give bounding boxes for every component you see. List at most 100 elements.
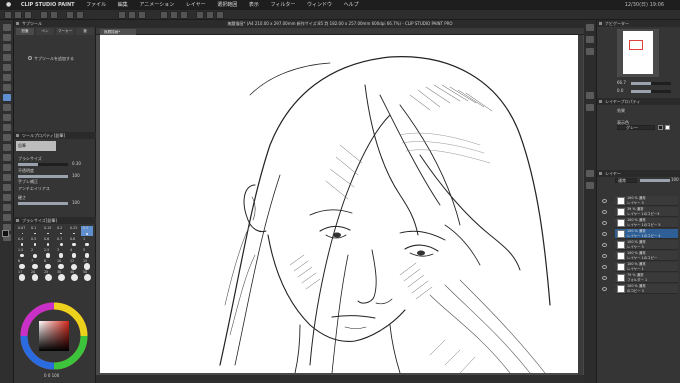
brush-size-cell[interactable]: 6 xyxy=(16,259,28,270)
subtool-tab-marker[interactable]: マーカー xyxy=(56,28,74,35)
eyedropper-tool-icon[interactable] xyxy=(3,84,11,91)
subtool-tab-brush[interactable]: 筆 xyxy=(76,28,94,35)
navigator-rotate-slider[interactable] xyxy=(631,90,671,93)
brush-size-cell[interactable]: 1 xyxy=(81,237,93,247)
menu-layer[interactable]: レイヤー xyxy=(186,0,206,10)
brush-size-cell[interactable]: 0.2 xyxy=(55,226,67,236)
sub-view-panel-icon[interactable] xyxy=(586,36,594,43)
brush-size-cell[interactable]: 10 xyxy=(55,259,67,270)
brush-size-cell[interactable]: 0.1 xyxy=(29,226,41,236)
transform-icon[interactable] xyxy=(76,11,84,19)
brush-size-cell[interactable]: 50 xyxy=(81,270,93,281)
hardness-slider[interactable] xyxy=(18,202,68,205)
layer-row[interactable]: 100 % 通常 レイヤー 3 xyxy=(615,196,678,206)
brush-size-cell[interactable]: 17 xyxy=(16,270,28,281)
brush-size-cell[interactable]: 0.3 xyxy=(81,226,93,236)
vertical-scrollbar[interactable] xyxy=(578,35,583,375)
subtool-tab-pencil[interactable]: 鉛筆 xyxy=(16,28,34,35)
tone-icon[interactable] xyxy=(206,11,214,19)
subtool-tab-pen[interactable]: ペン xyxy=(36,28,54,35)
layer-move-tool-icon[interactable] xyxy=(3,54,11,61)
menu-edit[interactable]: 編集 xyxy=(118,0,128,10)
layer-row[interactable]: 100 % 通常 レイヤー 1のコピー xyxy=(615,251,678,261)
frame-tool-icon[interactable] xyxy=(3,194,11,201)
settings-icon[interactable] xyxy=(28,56,32,60)
redo-icon[interactable] xyxy=(50,11,58,19)
menu-animation[interactable]: アニメーション xyxy=(139,0,174,10)
decoration-tool-icon[interactable] xyxy=(3,134,11,141)
invert-selection-icon[interactable] xyxy=(138,11,146,19)
airbrush-tool-icon[interactable] xyxy=(3,124,11,131)
operation-tool-icon[interactable] xyxy=(3,44,11,51)
layer-visibility-eye-icon[interactable] xyxy=(602,199,607,203)
navigator-zoom-slider[interactable] xyxy=(631,82,671,85)
brush-size-cell[interactable]: 0.25 xyxy=(68,226,80,236)
layer-visibility-eye-icon[interactable] xyxy=(602,254,607,258)
brush-size-cell[interactable]: 0.5 xyxy=(29,237,41,247)
drawing-canvas[interactable] xyxy=(100,35,578,373)
menu-view[interactable]: 表示 xyxy=(249,0,259,10)
snap-grid-icon[interactable] xyxy=(170,11,178,19)
display-color-swatch-light[interactable] xyxy=(665,125,670,130)
brush-size-cell[interactable]: 2 xyxy=(29,248,41,258)
layer-row[interactable]: 100 % 通常 レイヤー 3 xyxy=(615,240,678,250)
ruler-tool-icon[interactable] xyxy=(3,204,11,211)
gradient-tool-icon[interactable] xyxy=(3,174,11,181)
layer-visibility-eye-icon[interactable] xyxy=(602,276,607,280)
brush-size-cell[interactable]: 15 xyxy=(81,259,93,270)
color-icon[interactable] xyxy=(216,11,224,19)
horizontal-scrollbar[interactable] xyxy=(96,375,584,383)
pen-tool-icon[interactable] xyxy=(3,94,11,101)
layer-property-panel-icon[interactable] xyxy=(586,92,594,99)
fill-tool-icon[interactable] xyxy=(3,164,11,171)
menu-app-name[interactable]: CLIP STUDIO PAINT xyxy=(21,0,75,10)
layer-visibility-eye-icon[interactable] xyxy=(602,210,607,214)
clear-icon[interactable] xyxy=(66,11,74,19)
menu-file[interactable]: ファイル xyxy=(86,0,106,10)
opacity-slider[interactable] xyxy=(18,175,68,178)
brush-size-slider[interactable] xyxy=(18,163,68,166)
brush-tool-icon[interactable] xyxy=(3,114,11,121)
blend-tool-icon[interactable] xyxy=(3,154,11,161)
brush-size-cell[interactable]: 8 xyxy=(42,259,54,270)
undo-icon[interactable] xyxy=(40,11,48,19)
text-tool-icon[interactable] xyxy=(3,214,11,221)
snap-special-ruler-icon[interactable] xyxy=(180,11,188,19)
zoom-tool-icon[interactable] xyxy=(3,24,11,31)
navigator-preview[interactable] xyxy=(617,29,659,77)
layer-opacity-value[interactable]: 100 xyxy=(671,177,679,182)
figure-tool-icon[interactable] xyxy=(3,184,11,191)
pencil-tool-icon[interactable] xyxy=(3,104,11,111)
layer-opacity-slider[interactable] xyxy=(640,179,670,182)
brush-size-cell[interactable]: 3 xyxy=(55,248,67,258)
layer-row[interactable]: 100 % 通常 レイヤー 1 xyxy=(615,262,678,272)
brush-size-cell[interactable]: 0.8 xyxy=(68,237,80,247)
move-tool-icon[interactable] xyxy=(3,34,11,41)
animation-panel-icon[interactable] xyxy=(586,182,594,189)
snap-ruler-icon[interactable] xyxy=(160,11,168,19)
add-subtool-hint[interactable]: サブツールを追加する xyxy=(34,56,74,62)
main-color-swatch[interactable] xyxy=(2,230,9,237)
brush-size-cell[interactable]: 12 xyxy=(68,259,80,270)
hardness-value[interactable]: 100 xyxy=(72,200,80,205)
display-color-swatch-dark[interactable] xyxy=(658,125,663,130)
layer-row[interactable]: 39 % 通常 レイヤー 1のコピー3 xyxy=(615,207,678,217)
open-file-icon[interactable] xyxy=(14,11,22,19)
brush-size-cell[interactable]: 2.5 xyxy=(42,248,54,258)
selection-tool-icon[interactable] xyxy=(3,64,11,71)
layer-row[interactable]: 100 % 通常 レイヤー 1のコピー 5 xyxy=(615,218,678,228)
layer-visibility-eye-icon[interactable] xyxy=(602,265,607,269)
select-all-icon[interactable] xyxy=(118,11,126,19)
layer-row[interactable]: 100 % 通常 のコピー 3 xyxy=(615,284,678,294)
blend-mode-select[interactable]: 通常 xyxy=(615,178,637,183)
menu-selection[interactable]: 選択範囲 xyxy=(217,0,237,10)
brush-size-cell[interactable]: 40 xyxy=(68,270,80,281)
navigator-view-frame[interactable] xyxy=(629,40,643,50)
navigator-panel-icon[interactable] xyxy=(586,24,594,31)
eraser-tool-icon[interactable] xyxy=(3,144,11,151)
menu-help[interactable]: ヘルプ xyxy=(344,0,359,10)
menu-filter[interactable]: フィルター xyxy=(270,0,295,10)
info-panel-icon[interactable] xyxy=(586,48,594,55)
layer-row[interactable]: 100 % 通常 レイヤー 1のコピー 4 xyxy=(615,229,678,239)
menu-window[interactable]: ウィンドウ xyxy=(307,0,332,10)
